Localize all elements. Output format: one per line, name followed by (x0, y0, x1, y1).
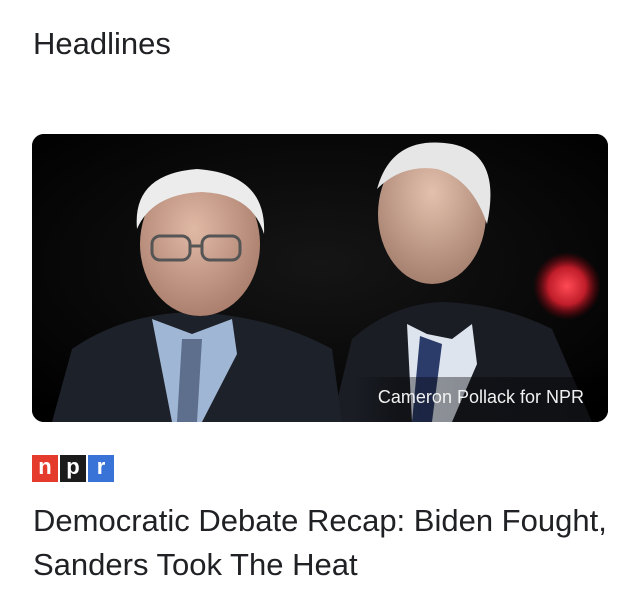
image-credit: Cameron Pollack for NPR (351, 377, 608, 422)
npr-logo-letter-r: r (88, 455, 114, 482)
article-headline[interactable]: Democratic Debate Recap: Biden Fought, S… (33, 499, 613, 587)
headline-card[interactable]: Cameron Pollack for NPR n p r Democratic… (0, 0, 640, 609)
npr-logo-letter-p: p (60, 455, 86, 482)
npr-logo: n p r (32, 455, 114, 482)
npr-logo-letter-n: n (32, 455, 58, 482)
article-photo[interactable]: Cameron Pollack for NPR (32, 134, 608, 422)
